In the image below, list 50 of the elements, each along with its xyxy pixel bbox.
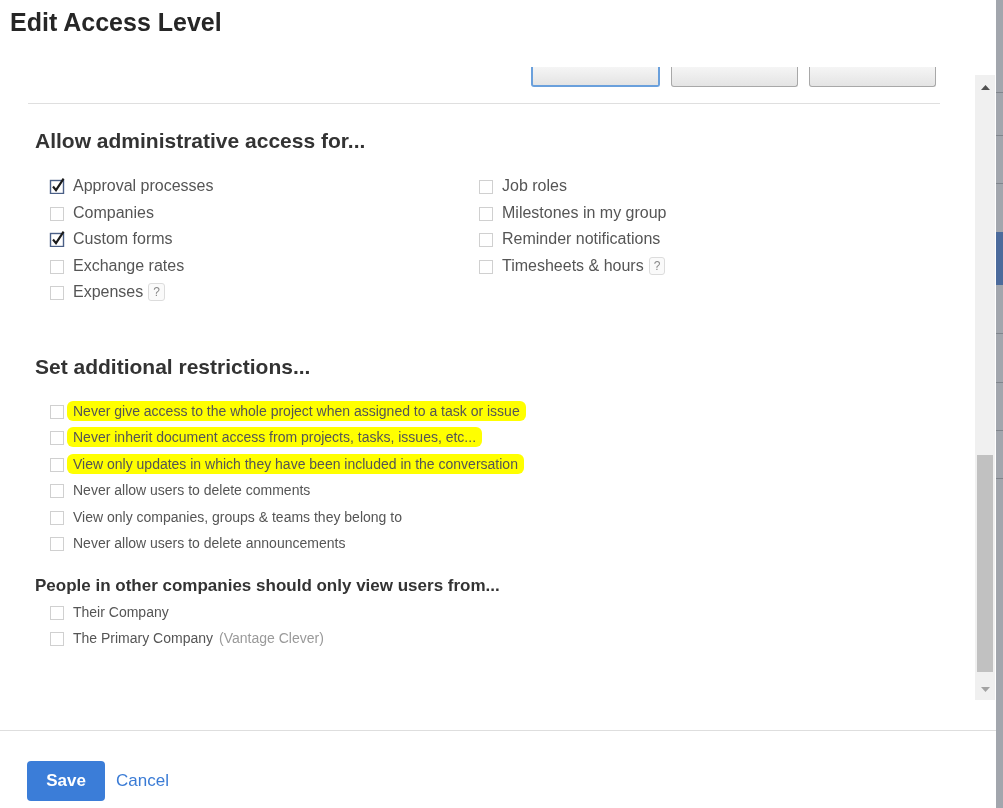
option-label: Reminder notifications xyxy=(502,230,661,249)
checkbox[interactable] xyxy=(49,603,65,620)
option-label: Exchange rates xyxy=(73,256,185,275)
access-level-button[interactable] xyxy=(809,67,936,87)
option-label: View only companies, groups & teams they belong to xyxy=(73,508,402,525)
save-button[interactable]: Save xyxy=(27,761,105,801)
option-label: Expenses xyxy=(73,283,144,302)
option-label: Timesheets & hours xyxy=(502,256,644,275)
scroll-down-arrow-icon[interactable] xyxy=(980,687,990,692)
help-button[interactable]: ? xyxy=(148,283,165,302)
checkbox[interactable] xyxy=(49,630,65,647)
checkbox[interactable] xyxy=(49,257,65,274)
cancel-link[interactable]: Cancel xyxy=(116,761,169,801)
checkbox[interactable] xyxy=(49,402,65,419)
checkbox[interactable] xyxy=(49,429,65,446)
checkbox[interactable] xyxy=(49,455,65,472)
option-label: The Primary Company xyxy=(73,630,214,647)
checkbox[interactable] xyxy=(49,284,65,301)
checkbox[interactable] xyxy=(49,231,65,248)
checkbox[interactable] xyxy=(49,508,65,525)
checkbox[interactable] xyxy=(49,535,65,552)
option-label: Never allow users to delete comments xyxy=(73,482,311,499)
scroll-up-arrow-icon[interactable] xyxy=(980,85,990,90)
option-label: Companies xyxy=(73,203,154,222)
option-label: Milestones in my group xyxy=(502,203,667,222)
checkbox[interactable] xyxy=(49,178,65,195)
option-label: Never give access to the whole project when assigned to a task or issue xyxy=(67,400,526,421)
option-label: Their Company xyxy=(73,603,169,620)
access-level-button[interactable] xyxy=(671,67,798,87)
option-label: Never allow users to delete announcements xyxy=(73,535,346,552)
checkbox[interactable] xyxy=(478,257,494,274)
section-heading: Set additional restrictions... xyxy=(35,353,311,380)
option-label: Never inherit document access from projects, tasks, issues, etc... xyxy=(67,427,483,448)
option-label: Job roles xyxy=(502,177,567,196)
section-heading: Allow administrative access for... xyxy=(35,128,366,154)
company-note: (Vantage Clever) xyxy=(219,630,324,647)
checkbox[interactable] xyxy=(478,178,494,195)
option-label: Approval processes xyxy=(73,177,214,196)
access-level-button[interactable] xyxy=(531,67,660,87)
section-heading: People in other companies should only view users from... xyxy=(35,574,500,597)
dialog-title: Edit Access Level xyxy=(10,7,222,38)
option-label: View only updates in which they have been included in the conversation xyxy=(67,453,524,474)
scrollbar-track[interactable] xyxy=(975,75,995,700)
checkbox[interactable] xyxy=(49,482,65,499)
help-button[interactable]: ? xyxy=(648,256,666,275)
checkbox[interactable] xyxy=(49,204,65,221)
option-label: Custom forms xyxy=(73,230,173,249)
checkbox[interactable] xyxy=(478,231,494,248)
scrollbar-thumb[interactable] xyxy=(977,455,993,672)
checkbox[interactable] xyxy=(478,204,494,221)
